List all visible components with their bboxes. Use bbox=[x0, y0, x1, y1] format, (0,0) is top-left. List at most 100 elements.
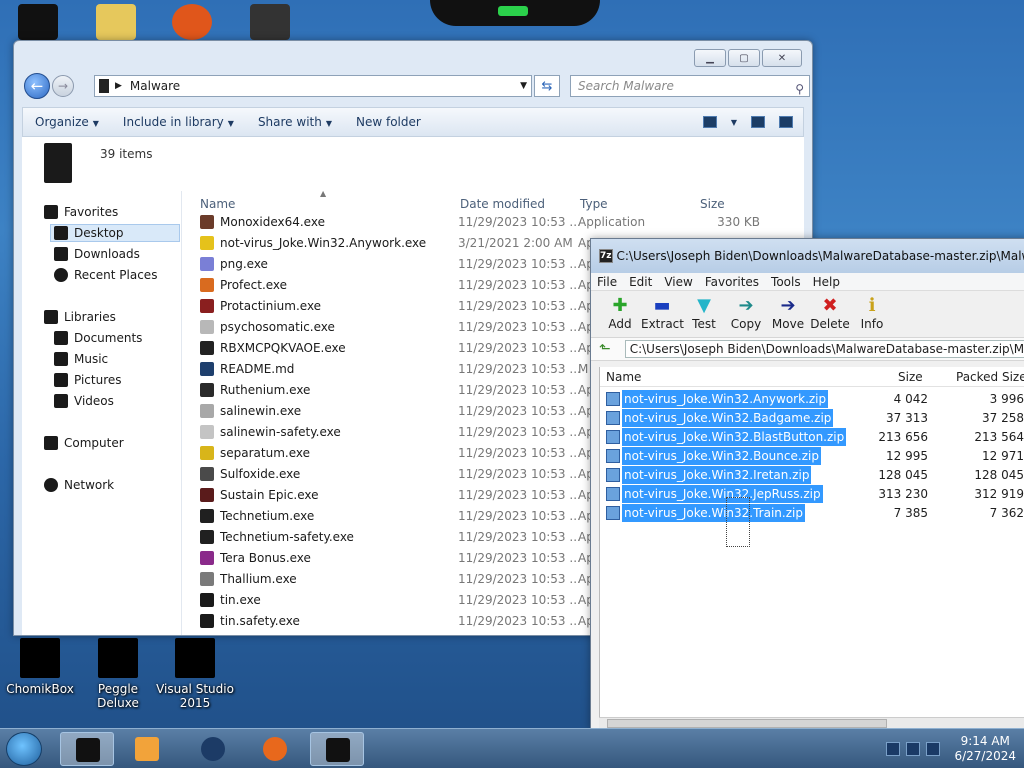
column-header-type[interactable]: Type bbox=[580, 197, 608, 211]
file-name: Technetium-safety.exe bbox=[220, 530, 354, 544]
taskbar-media-player[interactable] bbox=[120, 732, 174, 766]
archive-file-packed-size: 7 362 bbox=[989, 506, 1024, 520]
move-button[interactable]: ➔ Move bbox=[767, 291, 809, 337]
nav-music[interactable]: Music bbox=[54, 352, 108, 366]
table-row[interactable]: Monoxidex64.exe 11/29/2023 10:53 ... Appli… bbox=[196, 212, 804, 233]
volume-icon[interactable] bbox=[926, 742, 941, 756]
desktop-icon-chomikbox[interactable]: ChomikBox bbox=[0, 636, 80, 696]
back-button[interactable]: ← bbox=[24, 73, 50, 99]
file-icon bbox=[200, 257, 214, 271]
nav-documents[interactable]: Documents bbox=[54, 331, 142, 345]
maximize-button[interactable]: ▢ bbox=[728, 49, 760, 67]
column-header-size[interactable]: Size bbox=[898, 370, 923, 384]
file-name: tin.safety.exe bbox=[220, 614, 300, 628]
list-item[interactable]: not-virus_Joke.Win32.Anywork.zip 4 042 3 9… bbox=[604, 390, 1024, 409]
desktop-icon-label: ChomikBox bbox=[6, 682, 74, 696]
share-with-button[interactable]: Share with ▼ bbox=[246, 115, 344, 129]
desktop-top-icons bbox=[0, 0, 300, 40]
network-tray-icon[interactable] bbox=[906, 742, 921, 756]
minimize-button[interactable]: ▁ bbox=[694, 49, 726, 67]
extract-button[interactable]: ▬ Extract bbox=[641, 291, 684, 337]
preview-pane-icon[interactable] bbox=[751, 116, 765, 128]
organize-button[interactable]: Organize ▼ bbox=[23, 115, 111, 129]
include-in-library-button[interactable]: Include in library ▼ bbox=[111, 115, 246, 129]
list-item[interactable]: not-virus_Joke.Win32.BlastButton.zip 213 … bbox=[604, 428, 1024, 447]
taskbar-firefox[interactable] bbox=[248, 732, 302, 766]
file-size: 330 KB bbox=[717, 215, 760, 229]
nav-network[interactable]: Network bbox=[44, 478, 114, 492]
column-header-name[interactable]: Name bbox=[606, 370, 641, 384]
archive-file-name: not-virus_Joke.Win32.Anywork.zip bbox=[622, 390, 829, 408]
info-button[interactable]: ℹ Info bbox=[851, 291, 893, 337]
archive-file-size: 213 656 bbox=[878, 430, 928, 444]
tray-icon[interactable] bbox=[886, 742, 901, 756]
nav-label: Pictures bbox=[74, 373, 122, 387]
archive-file-name: not-virus_Joke.Win32.JepRuss.zip bbox=[622, 485, 823, 503]
column-header-packed-size[interactable]: Packed Size bbox=[956, 370, 1024, 384]
desktop-icon-peggle[interactable]: Peggle Deluxe bbox=[78, 636, 158, 710]
search-icon[interactable]: ⚲ bbox=[795, 79, 804, 99]
taskbar-explorer[interactable] bbox=[60, 732, 114, 766]
nav-computer[interactable]: Computer bbox=[44, 436, 124, 450]
search-placeholder: Search Malware bbox=[578, 79, 674, 93]
menu-file[interactable]: File bbox=[591, 273, 623, 290]
column-header-size[interactable]: Size bbox=[700, 197, 725, 211]
music-icon bbox=[54, 352, 68, 366]
app-icon[interactable] bbox=[250, 4, 290, 40]
search-input[interactable]: Search Malware ⚲ bbox=[570, 75, 810, 97]
organize-label: Organize bbox=[35, 115, 89, 129]
desktop-icon-visual-studio[interactable]: Visual Studio 2015 bbox=[155, 636, 235, 710]
refresh-button[interactable]: ⇆ bbox=[534, 75, 560, 97]
folder-icon[interactable] bbox=[96, 4, 136, 40]
path-input[interactable]: C:\Users\Joseph Biden\Downloads\MalwareD… bbox=[624, 340, 1024, 358]
change-view-icon[interactable] bbox=[702, 116, 717, 128]
chevron-down-icon[interactable]: ▼ bbox=[731, 118, 737, 127]
scrollbar-thumb[interactable] bbox=[607, 719, 887, 728]
file-date: 11/29/2023 10:53 ... bbox=[458, 215, 581, 229]
test-button[interactable]: ▼ Test bbox=[683, 291, 725, 337]
recycle-bin-icon[interactable] bbox=[18, 4, 58, 40]
close-button[interactable]: ✕ bbox=[762, 49, 802, 67]
list-item[interactable]: not-virus_Joke.Win32.Badgame.zip 37 313 37… bbox=[604, 409, 1024, 428]
list-item[interactable]: not-virus_Joke.Win32.JepRuss.zip 313 230 3… bbox=[604, 485, 1024, 504]
list-item[interactable]: not-virus_Joke.Win32.Train.zip 7 385 7 362 bbox=[604, 504, 1024, 523]
nav-videos[interactable]: Videos bbox=[54, 394, 114, 408]
menu-tools[interactable]: Tools bbox=[765, 273, 807, 290]
list-item[interactable]: not-virus_Joke.Win32.Bounce.zip 12 995 12 … bbox=[604, 447, 1024, 466]
list-item[interactable]: not-virus_Joke.Win32.Iretan.zip 128 045 12… bbox=[604, 466, 1024, 485]
file-date: 11/29/2023 10:53 ... bbox=[458, 572, 581, 586]
file-name: psychosomatic.exe bbox=[220, 320, 335, 334]
address-bar[interactable]: ▶ Malware ▼ bbox=[94, 75, 532, 97]
nav-libraries[interactable]: Libraries bbox=[44, 310, 116, 324]
nav-recent-places[interactable]: Recent Places bbox=[54, 268, 157, 282]
file-type: M bbox=[578, 362, 589, 376]
copy-button[interactable]: ➔ Copy bbox=[725, 291, 767, 337]
menu-edit[interactable]: Edit bbox=[623, 273, 658, 290]
breadcrumb-arrow-icon[interactable]: ▶ bbox=[115, 81, 122, 91]
nav-pictures[interactable]: Pictures bbox=[54, 373, 122, 387]
menu-help[interactable]: Help bbox=[807, 273, 846, 290]
column-header-name[interactable]: Name bbox=[200, 197, 235, 211]
taskbar-7zip[interactable] bbox=[310, 732, 364, 766]
chevron-down-icon[interactable]: ▼ bbox=[520, 81, 527, 91]
nav-downloads[interactable]: Downloads bbox=[54, 247, 140, 261]
nav-desktop[interactable]: Desktop bbox=[50, 224, 180, 242]
help-icon[interactable] bbox=[779, 116, 793, 128]
new-folder-button[interactable]: New folder bbox=[344, 115, 433, 129]
file-date: 11/29/2023 10:53 ... bbox=[458, 278, 581, 292]
column-header-date[interactable]: Date modified bbox=[460, 197, 545, 211]
menu-favorites[interactable]: Favorites bbox=[699, 273, 765, 290]
clock[interactable]: 9:14 AM 6/27/2024 bbox=[954, 734, 1016, 764]
forward-button[interactable]: → bbox=[52, 75, 74, 97]
delete-button[interactable]: ✖ Delete bbox=[809, 291, 851, 337]
taskbar-globe[interactable] bbox=[186, 732, 240, 766]
start-button[interactable] bbox=[6, 732, 42, 766]
media-app-icon[interactable] bbox=[172, 4, 212, 40]
nav-favorites[interactable]: Favorites bbox=[44, 205, 118, 219]
7zip-title-bar[interactable]: 7z C:\Users\Joseph Biden\Downloads\Malwa… bbox=[591, 239, 1024, 273]
menu-view[interactable]: View bbox=[658, 273, 698, 290]
folder-up-icon[interactable]: ⬑ bbox=[599, 341, 611, 357]
nav-label: Downloads bbox=[74, 247, 140, 261]
desktop-icon-label: Visual Studio 2015 bbox=[156, 682, 234, 710]
add-button[interactable]: ✚ Add bbox=[599, 291, 641, 337]
